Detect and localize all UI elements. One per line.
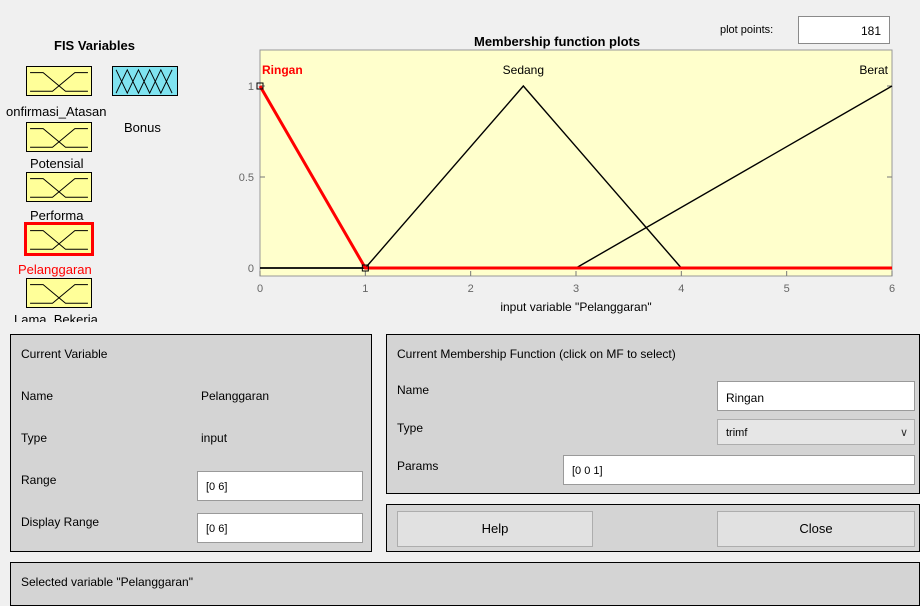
- y-tick-label: 0: [248, 263, 254, 275]
- x-tick-label: 4: [678, 283, 684, 295]
- mf-type-label: Type: [397, 421, 424, 435]
- mf-label-ringan: Ringan: [262, 63, 303, 77]
- mf-type-value: trimf: [726, 427, 748, 439]
- x-axis-label: input variable "Pelanggaran": [500, 300, 651, 314]
- cv-type-value: input: [201, 431, 228, 445]
- membership-function-plot[interactable]: 0 1 2 3 4 5 6 0 0.5 1 Ringan Sedang Berat input var…: [0, 0, 920, 330]
- mf-params-input[interactable]: [0 0 1]: [563, 455, 915, 485]
- mf-label-berat: Berat: [859, 63, 888, 77]
- current-variable-panel: Current Variable Name Pelanggaran Type i…: [10, 334, 372, 552]
- y-tick-label: 1: [248, 81, 254, 93]
- cv-range-label: Range: [21, 473, 57, 487]
- x-tick-label: 0: [257, 283, 263, 295]
- buttons-panel: Help Close: [386, 504, 920, 552]
- cv-type-label: Type: [21, 431, 48, 445]
- x-tick-label: 1: [362, 283, 368, 295]
- current-mf-panel: Current Membership Function (click on MF…: [386, 334, 920, 494]
- status-bar: Selected variable "Pelanggaran": [10, 562, 920, 606]
- cv-name-label: Name: [21, 389, 54, 403]
- range-input[interactable]: [0 6]: [197, 471, 363, 501]
- x-tick-label: 3: [573, 283, 579, 295]
- current-mf-title: Current Membership Function (click on MF…: [397, 347, 676, 361]
- status-text: Selected variable "Pelanggaran": [21, 575, 193, 589]
- mf-name-label: Name: [397, 383, 430, 397]
- chevron-down-icon: ∨: [899, 427, 908, 439]
- close-button[interactable]: Close: [717, 511, 915, 547]
- mf-label-sedang: Sedang: [503, 63, 544, 77]
- x-tick-label: 2: [468, 283, 474, 295]
- help-button[interactable]: Help: [397, 511, 593, 547]
- mf-type-select[interactable]: trimf ∨: [717, 419, 915, 445]
- current-variable-title: Current Variable: [21, 347, 108, 361]
- display-range-input[interactable]: [0 6]: [197, 513, 363, 543]
- mf-name-input[interactable]: Ringan: [717, 381, 915, 411]
- cv-name-value: Pelanggaran: [201, 389, 270, 403]
- x-tick-label: 5: [784, 283, 790, 295]
- mf-params-label: Params: [397, 459, 439, 473]
- cv-display-range-label: Display Range: [21, 515, 100, 529]
- x-tick-label: 6: [889, 283, 895, 295]
- y-tick-label: 0.5: [239, 172, 254, 184]
- plot-area: [259, 49, 893, 277]
